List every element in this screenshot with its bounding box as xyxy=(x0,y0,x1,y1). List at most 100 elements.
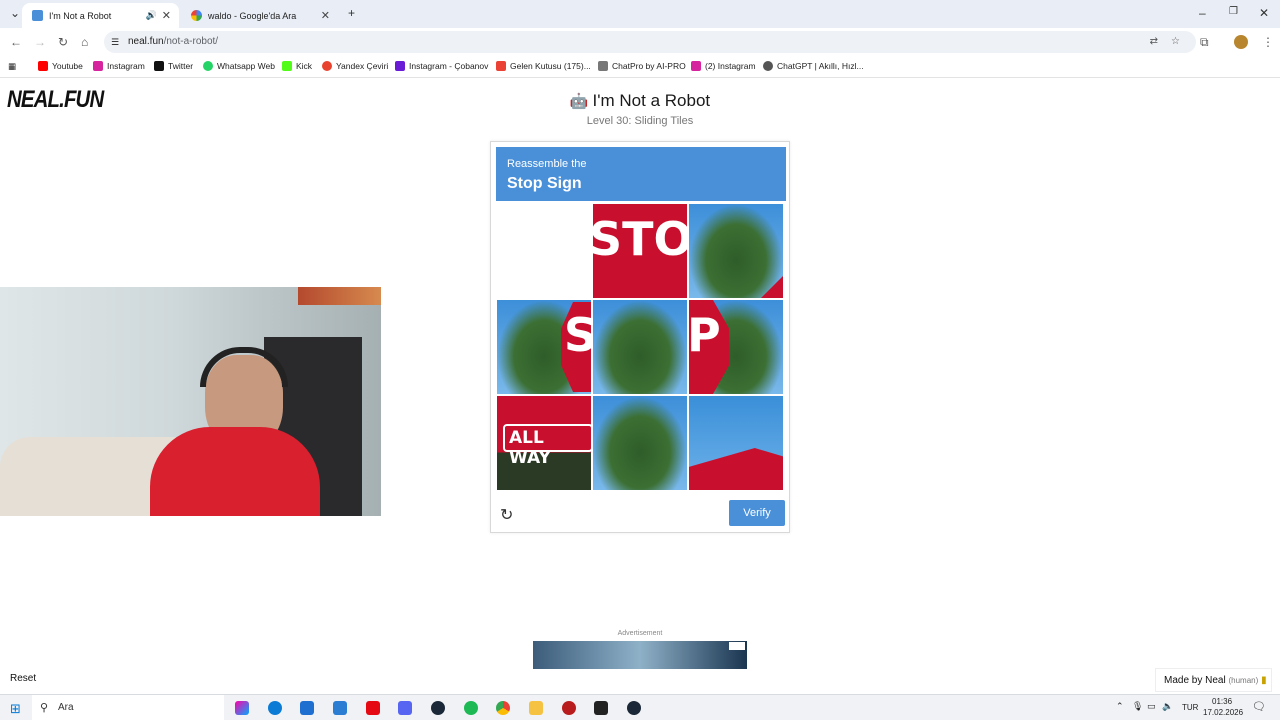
puzzle-tile[interactable] xyxy=(593,300,687,394)
bookmark-label: Instagram - Çobanov xyxy=(409,61,489,71)
robot-icon: 🤖 xyxy=(569,93,589,110)
netflix-icon[interactable] xyxy=(366,701,380,715)
site-info-icon[interactable]: ☰ xyxy=(111,31,119,53)
bookmark-star-icon[interactable]: ☆ xyxy=(1171,31,1180,53)
tile-text: S xyxy=(563,308,591,362)
bookmark-youtube[interactable]: Youtube xyxy=(38,61,83,71)
puzzle-tile[interactable]: S xyxy=(497,300,591,394)
windows-start-icon[interactable]: ⊞ xyxy=(10,701,21,717)
spotify-icon[interactable] xyxy=(464,701,478,715)
yandex-icon xyxy=(322,61,332,71)
window-close-icon[interactable]: ✕ xyxy=(1259,6,1269,20)
chrome-icon[interactable] xyxy=(496,701,510,715)
captcha-widget: Reassemble the Stop Sign STO S P ALL WAY xyxy=(490,141,790,533)
home-icon[interactable]: ⌂ xyxy=(81,35,88,49)
close-tab-icon[interactable]: ✕ xyxy=(321,9,330,22)
tab-strip: ⌄ I'm Not a Robot 🔊 ✕ waldo - Google'da … xyxy=(0,0,1280,28)
bookmark-label: ChatPro by AI-PRO xyxy=(612,61,686,71)
made-by-text: Made by Neal xyxy=(1164,675,1226,686)
back-icon[interactable]: ← xyxy=(10,35,22,49)
search-placeholder: Ara xyxy=(58,702,74,713)
tray-chevron-icon[interactable]: ⌃ xyxy=(1116,701,1124,712)
webcam-overlay xyxy=(0,287,381,516)
tile-text: STO xyxy=(593,212,687,266)
tab-search-icon[interactable]: ⌄ xyxy=(10,6,20,20)
notifications-icon[interactable]: 🗨 xyxy=(1252,700,1266,713)
captcha-header: Reassemble the Stop Sign xyxy=(496,147,786,201)
tile-text: P xyxy=(689,308,721,362)
bookmark-label: Instagram xyxy=(107,61,145,71)
apps-grid-icon[interactable]: ▦ xyxy=(8,61,16,72)
kick-icon xyxy=(282,61,292,71)
bookmark-instagram-2[interactable]: (2) Instagram xyxy=(691,61,756,71)
store-icon[interactable] xyxy=(300,701,314,715)
copilot-icon[interactable] xyxy=(235,701,249,715)
bookmark-yandex[interactable]: Yandex Çeviri xyxy=(322,61,388,71)
gmail-icon xyxy=(496,61,506,71)
bookmark-chatgpt[interactable]: ChatGPT | Akıllı, Hızl... xyxy=(763,61,864,71)
puzzle-tile[interactable] xyxy=(689,204,783,298)
puzzle-tile[interactable] xyxy=(593,396,687,490)
steam-icon[interactable] xyxy=(627,701,641,715)
puzzle-tile[interactable]: STO xyxy=(593,204,687,298)
microphone-icon[interactable]: 🎙 xyxy=(1132,701,1143,712)
restore-icon[interactable]: ❐ xyxy=(1229,6,1238,17)
app-icon[interactable] xyxy=(333,701,347,715)
profile-avatar[interactable] xyxy=(1234,35,1248,49)
minimize-icon[interactable]: – xyxy=(1199,6,1206,20)
tab-not-a-robot[interactable]: I'm Not a Robot 🔊 ✕ xyxy=(22,3,179,28)
sign-edge xyxy=(761,276,783,298)
bookmark-label: Twitter xyxy=(168,61,194,71)
reset-link[interactable]: Reset xyxy=(10,673,36,684)
chat-icon xyxy=(598,61,608,71)
reload-icon[interactable]: ↻ xyxy=(58,35,68,49)
clock-date[interactable]: 17.02.2026 xyxy=(1203,708,1243,717)
ad-choices-icon[interactable] xyxy=(729,642,745,650)
reset-tiles-icon[interactable]: ↻ xyxy=(500,505,513,525)
bookmarks-bar: ▦ Youtube Instagram Twitter Whatsapp Web… xyxy=(0,56,1280,78)
verify-button[interactable]: Verify xyxy=(729,500,785,526)
google-favicon-icon xyxy=(191,10,202,21)
puzzle-tile[interactable] xyxy=(689,396,783,490)
folder-icon xyxy=(395,61,405,71)
bookmark-instagram-cobanov[interactable]: Instagram - Çobanov xyxy=(395,61,488,71)
bookmark-gmail[interactable]: Gelen Kutusu (175)... xyxy=(496,61,591,71)
taskbar-search[interactable]: ⚲ Ara xyxy=(32,695,224,721)
bookmark-twitter[interactable]: Twitter xyxy=(154,61,193,71)
ad-banner[interactable] xyxy=(533,641,747,669)
forward-icon[interactable]: → xyxy=(34,35,46,49)
bookmark-kick[interactable]: Kick xyxy=(282,61,312,71)
instruction-small: Reassemble the xyxy=(507,158,587,170)
made-by-badge[interactable]: Made by Neal (human) ▮ xyxy=(1155,668,1272,692)
menu-icon[interactable]: ⋮ xyxy=(1262,35,1274,49)
language-indicator[interactable]: TUR xyxy=(1182,703,1198,712)
address-bar[interactable]: ☰ neal.fun/not-a-robot/ ⇄ ☆ xyxy=(104,31,1196,53)
bookmark-label: Whatsapp Web xyxy=(217,61,275,71)
tab-waldo[interactable]: waldo - Google'da Ara ✕ xyxy=(181,3,338,28)
translate-icon[interactable]: ⇄ xyxy=(1150,31,1158,53)
extensions-icon[interactable]: ⧉ xyxy=(1200,35,1209,50)
youtube-icon xyxy=(38,61,48,71)
close-tab-icon[interactable]: ✕ xyxy=(162,9,171,22)
bookmark-chatpro[interactable]: ChatPro by AI-PRO xyxy=(598,61,686,71)
discord-icon[interactable] xyxy=(398,701,412,715)
clock-time[interactable]: 01:36 xyxy=(1212,697,1232,706)
volume-icon[interactable]: 🔈 xyxy=(1162,701,1173,712)
file-explorer-icon[interactable] xyxy=(529,701,543,715)
bookmark-label: ChatGPT | Akıllı, Hızl... xyxy=(777,61,864,71)
bulb-icon: ▮ xyxy=(1261,675,1267,686)
bookmark-instagram[interactable]: Instagram xyxy=(93,61,145,71)
epic-games-icon[interactable] xyxy=(594,701,608,715)
bookmark-whatsapp[interactable]: Whatsapp Web xyxy=(203,61,275,71)
edge-icon[interactable] xyxy=(268,701,282,715)
bookmark-label: (2) Instagram xyxy=(705,61,756,71)
app-icon[interactable] xyxy=(562,701,576,715)
new-tab-icon[interactable]: + xyxy=(348,6,355,20)
network-icon[interactable]: ▭ xyxy=(1147,701,1156,712)
puzzle-tile[interactable]: P xyxy=(689,300,783,394)
speaker-icon[interactable]: 🔊 xyxy=(146,10,157,21)
tab-title: waldo - Google'da Ara xyxy=(208,10,297,21)
instruction-big: Stop Sign xyxy=(507,175,582,192)
puzzle-tile[interactable]: ALL WAY xyxy=(497,396,591,490)
steam-icon[interactable] xyxy=(431,701,445,715)
